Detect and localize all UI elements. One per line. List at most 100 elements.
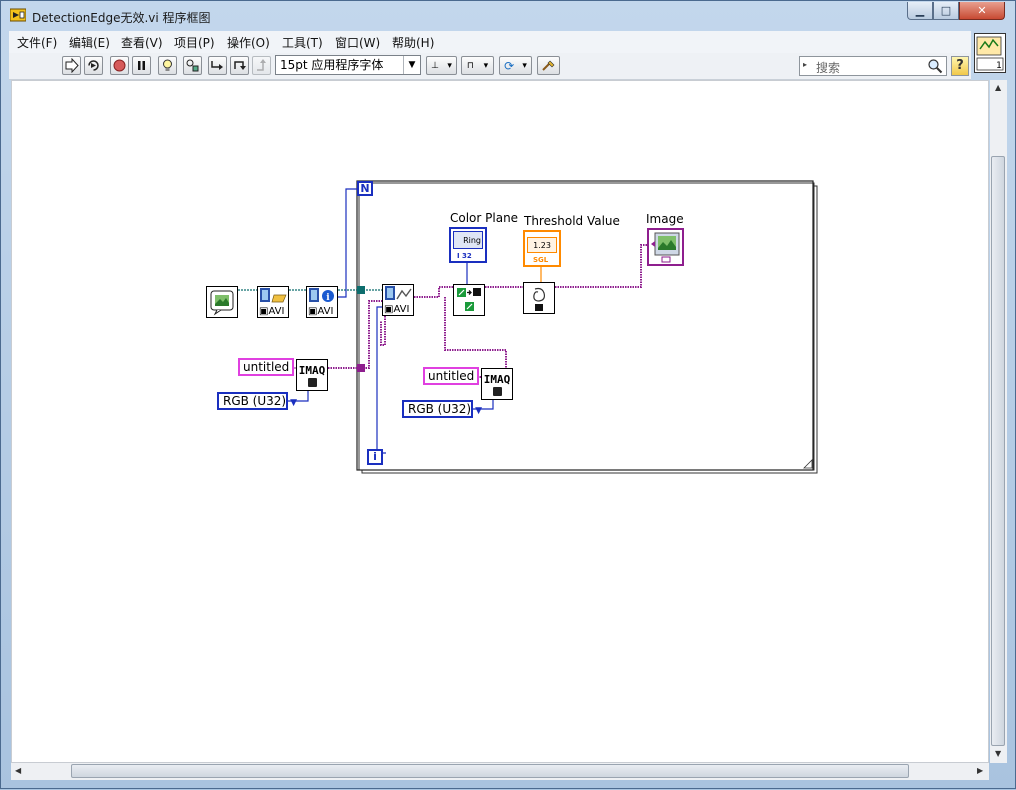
imaq-create-node-inner[interactable]: IMAQ bbox=[481, 368, 513, 400]
lightning-icon bbox=[308, 378, 317, 387]
vi-icon: 1 bbox=[976, 36, 1004, 71]
image-indicator[interactable] bbox=[647, 228, 684, 266]
maximize-button[interactable]: □ bbox=[933, 2, 959, 20]
search-input[interactable]: 搜索 bbox=[816, 59, 840, 76]
menu-help[interactable]: 帮助(H) bbox=[392, 34, 434, 51]
menu-view[interactable]: 查看(V) bbox=[121, 34, 163, 51]
edge-detection-node[interactable] bbox=[523, 282, 555, 314]
font-select-value: 15pt 应用程序字体 bbox=[280, 58, 384, 72]
avi-label: ▣AVI bbox=[384, 304, 409, 315]
threshold-value-control[interactable]: 1.23 SGL bbox=[523, 230, 561, 267]
numeric-type: SGL bbox=[533, 256, 549, 264]
avi-label: ▣AVI bbox=[259, 306, 284, 317]
vi-icon-connector-pane[interactable]: 1 bbox=[974, 33, 1006, 73]
font-select[interactable]: 15pt 应用程序字体 ▼ bbox=[275, 55, 421, 75]
menu-project[interactable]: 项目(P) bbox=[174, 34, 215, 51]
file-dialog-icon bbox=[210, 290, 234, 316]
file-dialog-node[interactable] bbox=[206, 286, 238, 318]
avi-open-node[interactable]: ▣AVI bbox=[257, 286, 289, 318]
chevron-down-icon: ▾ bbox=[447, 60, 452, 71]
menu-edit[interactable]: 编辑(E) bbox=[69, 34, 110, 51]
close-button[interactable]: ✕ bbox=[959, 2, 1005, 20]
step-out-icon[interactable] bbox=[252, 56, 271, 75]
avi-read-frame-node[interactable]: ▣AVI bbox=[382, 284, 414, 316]
avi-label-text: AVI bbox=[317, 306, 334, 317]
search-box[interactable]: ▸ 搜索 bbox=[799, 56, 947, 76]
labview-window: DetectionEdge无效.vi 程序框图 ▁ □ ✕ 文件(F) 编辑(E… bbox=[0, 0, 1016, 789]
image-type-constant-inner[interactable]: RGB (U32) ▼ bbox=[402, 400, 482, 418]
minimize-button[interactable]: ▁ bbox=[907, 2, 933, 20]
color-plane-label: Color Plane bbox=[450, 211, 519, 225]
scroll-right-icon[interactable]: ▶ bbox=[977, 766, 983, 775]
menu-window[interactable]: 窗口(W) bbox=[335, 34, 380, 51]
highlight-execution-icon[interactable] bbox=[158, 56, 177, 75]
film-read-icon bbox=[385, 286, 412, 300]
image-type-value: RGB (U32) bbox=[408, 402, 472, 416]
chevron-down-icon: ▼ bbox=[290, 398, 298, 408]
avi-info-node[interactable]: i ▣AVI bbox=[306, 286, 338, 318]
context-help-button[interactable]: ? bbox=[951, 56, 969, 76]
scroll-up-icon[interactable]: ▲ bbox=[995, 83, 1001, 92]
color-plane-control[interactable]: Ring I 32 bbox=[449, 227, 487, 263]
film-open-icon bbox=[260, 288, 287, 303]
ring-type: I 32 bbox=[457, 252, 472, 260]
connector-number: 1 bbox=[996, 61, 1002, 71]
avi-label-text: AVI bbox=[393, 304, 410, 315]
scroll-left-icon[interactable]: ◀ bbox=[15, 766, 21, 775]
avi-label: ▣AVI bbox=[308, 306, 333, 317]
imaq-create-node[interactable]: IMAQ bbox=[296, 359, 328, 391]
pause-icon[interactable] bbox=[132, 56, 151, 75]
image-type-constant[interactable]: RGB (U32) ▼ bbox=[217, 392, 297, 410]
extract-color-plane-node[interactable] bbox=[453, 284, 485, 316]
clean-up-diagram-icon[interactable] bbox=[537, 56, 560, 75]
align-icon: ⊥ bbox=[431, 60, 439, 71]
ring-glyph: Ring bbox=[453, 231, 483, 249]
imaq-label: IMAQ bbox=[483, 373, 511, 386]
avi-label-text: AVI bbox=[268, 306, 285, 317]
image-label: Image bbox=[646, 212, 684, 226]
numeric-glyph: 1.23 bbox=[527, 237, 557, 253]
image-type-value: RGB (U32) bbox=[223, 394, 287, 408]
imaq-label: IMAQ bbox=[298, 364, 326, 377]
align-objects-icon[interactable]: ⊥ ▾ bbox=[426, 56, 457, 75]
run-continuously-icon[interactable] bbox=[84, 56, 103, 75]
extract-plane-icon bbox=[457, 288, 481, 311]
horizontal-scrollbar[interactable]: ◀ ▶ bbox=[11, 763, 989, 780]
menu-file[interactable]: 文件(F) bbox=[17, 34, 57, 51]
image-display-icon bbox=[651, 232, 680, 263]
loop-count-terminal[interactable]: N bbox=[357, 181, 373, 196]
window-title: DetectionEdge无效.vi 程序框图 bbox=[32, 11, 211, 25]
scroll-down-icon[interactable]: ▼ bbox=[995, 749, 1001, 758]
loop-iteration-terminal[interactable]: i bbox=[367, 449, 383, 465]
film-info-icon: i bbox=[309, 288, 334, 303]
step-over-icon[interactable] bbox=[230, 56, 249, 75]
toolbar: 15pt 应用程序字体 ▼ ⊥ ▾ ⊓ ▾ ⟳ ▾ ▸ 搜索 ? bbox=[9, 53, 971, 80]
image-name-constant[interactable]: untitled bbox=[238, 358, 295, 376]
menu-operate[interactable]: 操作(O) bbox=[227, 34, 270, 51]
svg-text:i: i bbox=[326, 293, 330, 303]
image-name-constant-inner[interactable]: untitled bbox=[423, 367, 480, 385]
lightning-icon bbox=[493, 387, 502, 396]
abort-icon[interactable] bbox=[110, 56, 129, 75]
menu-tools[interactable]: 工具(T) bbox=[282, 34, 323, 51]
retain-wire-values-icon[interactable] bbox=[183, 56, 202, 75]
run-icon[interactable] bbox=[62, 56, 81, 75]
block-diagram-canvas[interactable] bbox=[11, 80, 989, 763]
chevron-down-icon: ▾ bbox=[522, 60, 527, 71]
chevron-down-icon: ▾ bbox=[483, 60, 489, 71]
menu-bar: 文件(F) 编辑(E) 查看(V) 项目(P) 操作(O) 工具(T) 窗口(W… bbox=[9, 31, 971, 53]
reorder-icon[interactable]: ⟳ ▾ bbox=[499, 56, 532, 75]
reorder-glyph-icon: ⟳ bbox=[504, 58, 515, 73]
horizontal-scroll-thumb[interactable] bbox=[71, 764, 909, 778]
step-into-icon[interactable] bbox=[208, 56, 227, 75]
search-icon[interactable] bbox=[927, 58, 943, 74]
chevron-down-icon: ▼ bbox=[403, 56, 420, 74]
distribute-objects-icon[interactable]: ⊓ ▾ bbox=[461, 56, 494, 75]
labview-app-icon bbox=[10, 8, 26, 22]
vertical-scrollbar[interactable]: ▲ ▼ bbox=[990, 80, 1007, 763]
vertical-scroll-thumb[interactable] bbox=[991, 156, 1005, 746]
edge-detect-icon bbox=[533, 287, 546, 311]
chevron-down-icon: ▼ bbox=[475, 406, 483, 416]
distribute-icon: ⊓ bbox=[466, 60, 474, 71]
title-bar[interactable]: DetectionEdge无效.vi 程序框图 ▁ □ ✕ bbox=[1, 1, 1015, 31]
